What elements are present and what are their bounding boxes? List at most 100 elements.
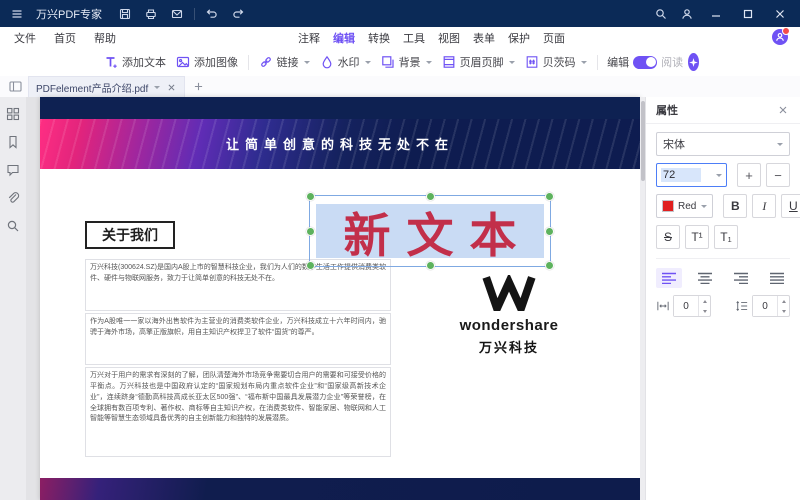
selection-handle-se[interactable] [545, 261, 554, 270]
selected-text-box[interactable]: 新文本 [306, 192, 554, 270]
header-footer-label: 页眉页脚 [459, 57, 504, 69]
search-panel-icon[interactable] [4, 217, 22, 235]
line-spacing-input[interactable] [753, 296, 777, 316]
strikethrough-button[interactable]: S [656, 225, 680, 249]
font-size-combo[interactable] [656, 163, 727, 187]
attachments-panel-icon[interactable] [4, 189, 22, 207]
tab-convert[interactable]: 转换 [368, 30, 390, 46]
menu-help[interactable]: 帮助 [94, 30, 116, 46]
line-spacing-up-icon[interactable] [778, 296, 789, 306]
wondershare-logo[interactable]: wondershare 万兴科技 [438, 275, 580, 356]
selection-handle-s[interactable] [426, 261, 435, 270]
paragraph-block-1[interactable]: 万兴科技(300624.SZ)是国内A股上市的智慧科技企业，我们为人们的数字生活… [85, 259, 391, 311]
bold-button[interactable]: B [723, 194, 748, 218]
font-color-select[interactable]: Red [656, 194, 714, 218]
sidebar-toggle-icon[interactable] [6, 79, 24, 95]
about-heading[interactable]: 关于我们 [85, 221, 175, 249]
user-avatar[interactable] [772, 27, 790, 45]
tab-comment[interactable]: 注释 [298, 30, 320, 46]
banner-slogan: 让简单创意的科技无处不在 [225, 137, 454, 152]
edit-mode-toggle[interactable] [633, 55, 658, 69]
add-image-button[interactable]: 添加图像 [171, 51, 243, 73]
comments-panel-icon[interactable] [4, 161, 22, 179]
add-text-label: 添加文本 [121, 57, 166, 69]
selection-handle-n[interactable] [426, 192, 435, 201]
account-icon[interactable] [678, 5, 696, 23]
align-justify-button[interactable] [764, 268, 790, 288]
properties-close-icon[interactable] [776, 103, 790, 117]
align-center-button[interactable] [692, 268, 718, 288]
tab-protect[interactable]: 保护 [508, 30, 530, 46]
redo-icon[interactable] [229, 5, 247, 23]
tab-view[interactable]: 视图 [438, 30, 460, 46]
document-tab-close-icon[interactable] [165, 81, 177, 93]
header-footer-button[interactable]: 页眉页脚 [437, 51, 520, 73]
decrease-size-button[interactable]: − [766, 163, 790, 187]
background-button[interactable]: 背景 [376, 51, 437, 73]
align-left-button[interactable] [656, 268, 682, 288]
line-spacing-down-icon[interactable] [778, 306, 789, 316]
color-name: Red [678, 200, 697, 212]
maximize-button[interactable] [736, 5, 760, 23]
char-spacing-down-icon[interactable] [699, 306, 710, 316]
paragraph-block-2[interactable]: 作为A股唯一一家以海外出售软件为主营业的消费类软件企业，万兴科技成立十六年时间内… [85, 313, 391, 365]
line-spacing-spinner[interactable] [752, 295, 790, 317]
link-dropdown-chevron-icon[interactable] [303, 60, 310, 64]
bates-dropdown-chevron-icon[interactable] [580, 60, 587, 64]
char-spacing-up-icon[interactable] [699, 296, 710, 306]
char-spacing-input[interactable] [674, 296, 698, 316]
undo-icon[interactable] [203, 5, 221, 23]
font-style-row: Red B I U [656, 194, 800, 218]
document-tab[interactable]: PDFelement产品介绍.pdf [28, 76, 186, 97]
selection-handle-sw[interactable] [306, 261, 315, 270]
save-icon[interactable] [116, 5, 134, 23]
search-icon[interactable] [652, 5, 670, 23]
selection-handle-nw[interactable] [306, 192, 315, 201]
print-icon[interactable] [142, 5, 160, 23]
paragraph-block-3[interactable]: 万兴对于用户的需求有深刻的了解，团队清楚海外市场竞争需要切合用户的需要和可接受价… [85, 367, 391, 457]
tab-tools[interactable]: 工具 [403, 30, 425, 46]
mail-icon[interactable] [168, 5, 186, 23]
minimize-button[interactable] [704, 5, 728, 23]
selection-handle-ne[interactable] [545, 192, 554, 201]
add-text-button[interactable]: 添加文本 [99, 51, 171, 73]
read-mode-label[interactable]: 阅读 [661, 54, 683, 70]
link-button[interactable]: 链接 [254, 51, 315, 73]
menu-file[interactable]: 文件 [14, 30, 36, 46]
tab-page[interactable]: 页面 [543, 30, 565, 46]
background-dropdown-chevron-icon[interactable] [425, 60, 432, 64]
increase-size-button[interactable]: + [737, 163, 761, 187]
font-size-chevron-icon[interactable] [716, 173, 722, 177]
header-footer-dropdown-chevron-icon[interactable] [508, 60, 515, 64]
selection-handle-e[interactable] [545, 227, 554, 236]
tab-edit[interactable]: 编辑 [333, 30, 355, 46]
tab-form[interactable]: 表单 [473, 30, 495, 46]
app-title: 万兴PDF专家 [36, 8, 102, 21]
toolbar-separator [596, 54, 598, 70]
menu-home[interactable]: 首页 [54, 30, 76, 46]
font-size-input[interactable] [661, 168, 701, 182]
new-tab-icon[interactable] [190, 79, 206, 95]
italic-button[interactable]: I [752, 194, 777, 218]
hamburger-menu-icon[interactable] [8, 5, 26, 23]
pdf-page[interactable]: 让简单创意的科技无处不在 关于我们 万兴科技(300624.SZ)是国内A股上市… [40, 97, 640, 500]
close-button[interactable] [768, 5, 792, 23]
underline-button[interactable]: U [781, 194, 800, 218]
bookmarks-panel-icon[interactable] [4, 133, 22, 151]
thumbnails-panel-icon[interactable] [4, 105, 22, 123]
watermark-button[interactable]: 水印 [315, 51, 376, 73]
text-effects-row: S T¹ T₁ [656, 225, 790, 249]
font-family-select[interactable]: 宋体 [656, 132, 790, 156]
char-spacing-spinner[interactable] [673, 295, 711, 317]
subscript-button[interactable]: T₁ [714, 225, 738, 249]
new-text-content[interactable]: 新文本 [310, 196, 550, 266]
watermark-dropdown-chevron-icon[interactable] [364, 60, 371, 64]
selection-handle-w[interactable] [306, 227, 315, 236]
ai-assistant-icon[interactable] [688, 53, 700, 71]
pdfelement-window: 万兴PDF专家 文件 首页 帮助 注释 编辑 转换 工具 视图 表单 保护 页面… [0, 0, 800, 500]
document-tab-chevron-icon[interactable] [154, 85, 161, 89]
superscript-button[interactable]: T¹ [685, 225, 709, 249]
titlebar: 万兴PDF专家 [0, 0, 800, 27]
align-right-button[interactable] [728, 268, 754, 288]
bates-number-button[interactable]: 贝茨码 [520, 51, 592, 73]
